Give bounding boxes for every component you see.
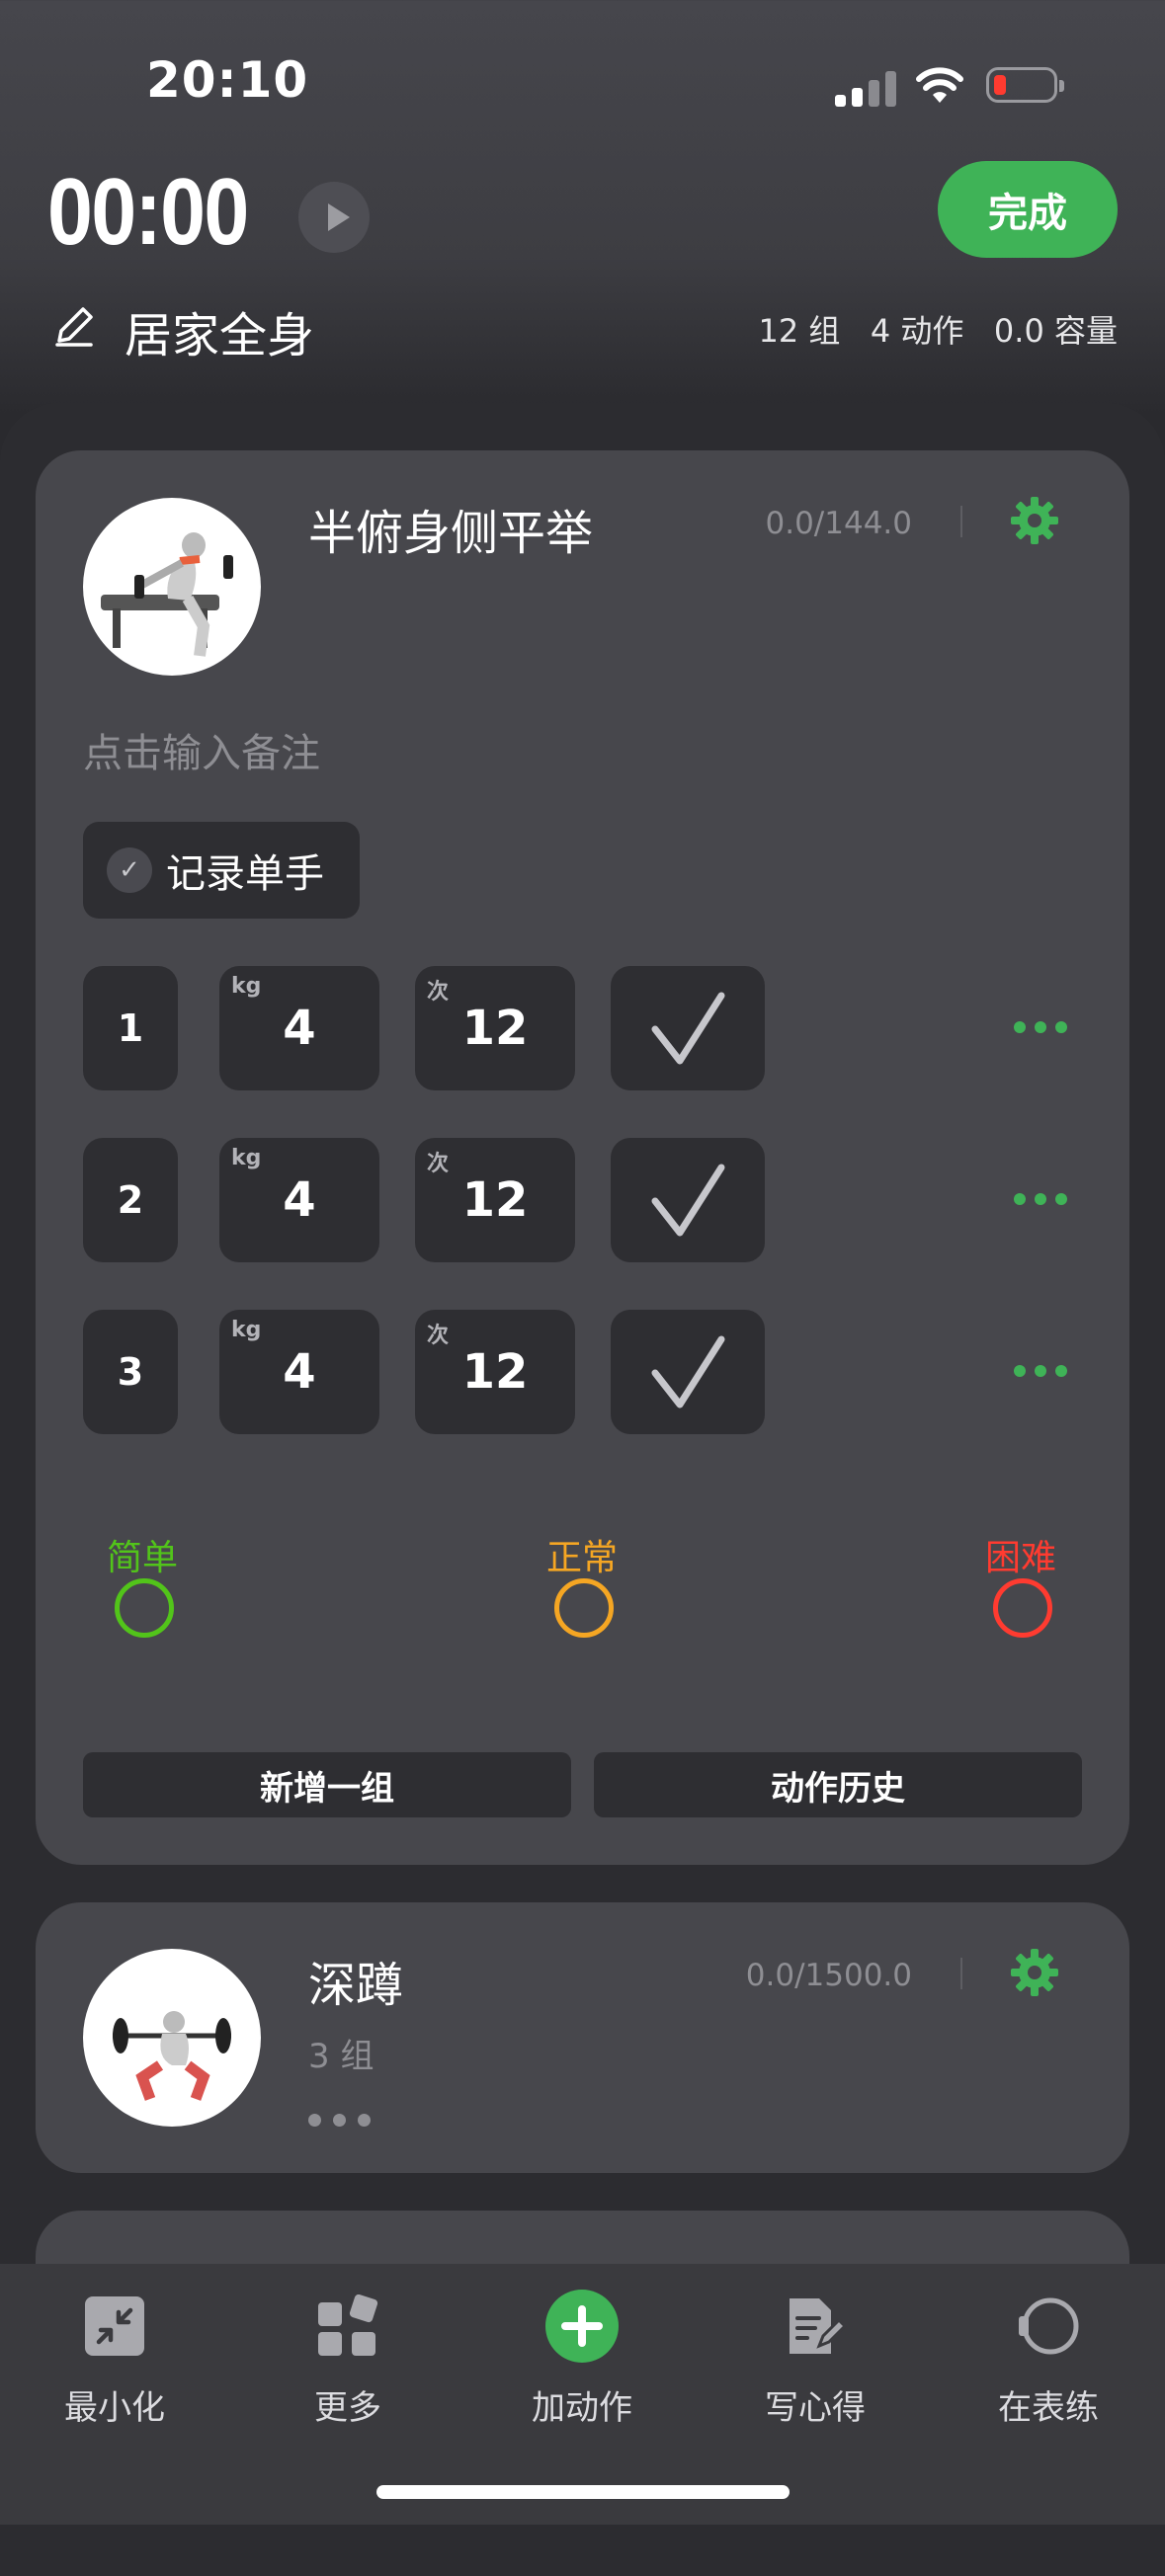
difficulty-normal-radio[interactable]	[554, 1578, 614, 1638]
set-more-icon[interactable]	[1014, 1021, 1067, 1035]
note-input[interactable]: 点击输入备注	[83, 721, 320, 778]
exercise-sets-count: 3 组	[308, 2037, 374, 2076]
grid-icon	[311, 2290, 384, 2363]
finish-button[interactable]: 完成	[938, 161, 1118, 258]
set-complete-checkbox[interactable]	[611, 1310, 765, 1434]
tab-label: 写心得	[765, 2388, 866, 2428]
reps-unit: 次	[427, 980, 450, 1005]
exercise-volume: 0.0/144.0	[765, 506, 913, 541]
set-more-icon[interactable]	[1014, 1193, 1067, 1207]
tab-label: 更多	[314, 2388, 381, 2428]
note-edit-icon	[779, 2290, 852, 2363]
exercise-history-button[interactable]: 动作历史	[594, 1752, 1082, 1817]
exercise-name[interactable]: 半俯身侧平举	[308, 494, 593, 563]
reps-value: 12	[461, 1344, 529, 1400]
workout-title[interactable]: 居家全身	[125, 296, 314, 365]
cellular-signal-icon	[835, 69, 896, 107]
exercise-thumbnail[interactable]	[83, 498, 261, 676]
home-indicator[interactable]	[376, 2485, 790, 2499]
reps-value: 12	[461, 1001, 529, 1056]
tab-add-exercise[interactable]: 加动作	[483, 2290, 681, 2429]
divider	[960, 506, 962, 537]
tab-label: 加动作	[532, 2388, 632, 2428]
reps-unit: 次	[427, 1324, 450, 1348]
workout-timer: 00:00	[47, 159, 249, 265]
tab-write-notes[interactable]: 写心得	[716, 2290, 914, 2429]
weight-input[interactable]: kg 4	[219, 1138, 379, 1262]
collapsed-sets-icon	[308, 2114, 371, 2127]
tab-label: 最小化	[64, 2388, 165, 2428]
reps-value: 12	[461, 1172, 529, 1228]
difficulty-easy-label: 简单	[106, 1538, 178, 1578]
reps-input[interactable]: 次 12	[415, 966, 575, 1090]
difficulty-easy-radio[interactable]	[115, 1578, 174, 1638]
tab-label: 在表练	[998, 2388, 1099, 2428]
weight-input[interactable]: kg 4	[219, 966, 379, 1090]
battery-icon	[986, 67, 1064, 103]
play-button[interactable]	[298, 182, 370, 253]
weight-value: 4	[283, 1344, 316, 1400]
difficulty-hard-label: 困难	[984, 1538, 1056, 1578]
workout-stats: 12 组 4 动作 0.0 容量	[758, 312, 1118, 350]
weight-unit: kg	[231, 974, 262, 999]
weight-input[interactable]: kg 4	[219, 1310, 379, 1434]
tab-watch-training[interactable]: 在表练	[950, 2290, 1147, 2429]
exercise-volume: 0.0/1500.0	[745, 1958, 912, 1993]
add-icon	[545, 2290, 619, 2363]
single-hand-toggle[interactable]: ✓ 记录单手	[83, 822, 360, 919]
tab-more[interactable]: 更多	[249, 2290, 447, 2429]
set-complete-checkbox[interactable]	[611, 1138, 765, 1262]
status-time: 20:10	[146, 51, 309, 109]
gear-icon[interactable]	[1008, 1946, 1061, 1999]
set-index: 3	[83, 1310, 178, 1434]
edit-title-icon[interactable]	[51, 301, 99, 349]
set-complete-checkbox[interactable]	[611, 966, 765, 1090]
add-set-button[interactable]: 新增一组	[83, 1752, 571, 1817]
wifi-icon	[916, 67, 963, 103]
exercise-name[interactable]: 深蹲	[308, 1946, 403, 2015]
set-index: 2	[83, 1138, 178, 1262]
weight-unit: kg	[231, 1146, 262, 1170]
check-icon: ✓	[107, 847, 152, 893]
checkmark-icon	[651, 1335, 725, 1409]
gear-icon[interactable]	[1008, 494, 1061, 547]
reps-input[interactable]: 次 12	[415, 1138, 575, 1262]
weight-value: 4	[283, 1001, 316, 1056]
set-more-icon[interactable]	[1014, 1365, 1067, 1379]
reps-input[interactable]: 次 12	[415, 1310, 575, 1434]
exercise-thumbnail[interactable]	[83, 1949, 261, 2127]
set-index: 1	[83, 966, 178, 1090]
single-hand-label: 记录单手	[166, 851, 324, 897]
watch-icon	[1012, 2290, 1085, 2363]
minimize-icon	[78, 2290, 151, 2363]
difficulty-hard-radio[interactable]	[993, 1578, 1052, 1638]
checkmark-icon	[651, 992, 725, 1065]
difficulty-normal-label: 正常	[545, 1538, 618, 1578]
reps-unit: 次	[427, 1152, 450, 1176]
divider	[960, 1958, 962, 1989]
weight-unit: kg	[231, 1318, 262, 1342]
tab-minimize[interactable]: 最小化	[16, 2290, 213, 2429]
weight-value: 4	[283, 1172, 316, 1228]
checkmark-icon	[651, 1164, 725, 1237]
